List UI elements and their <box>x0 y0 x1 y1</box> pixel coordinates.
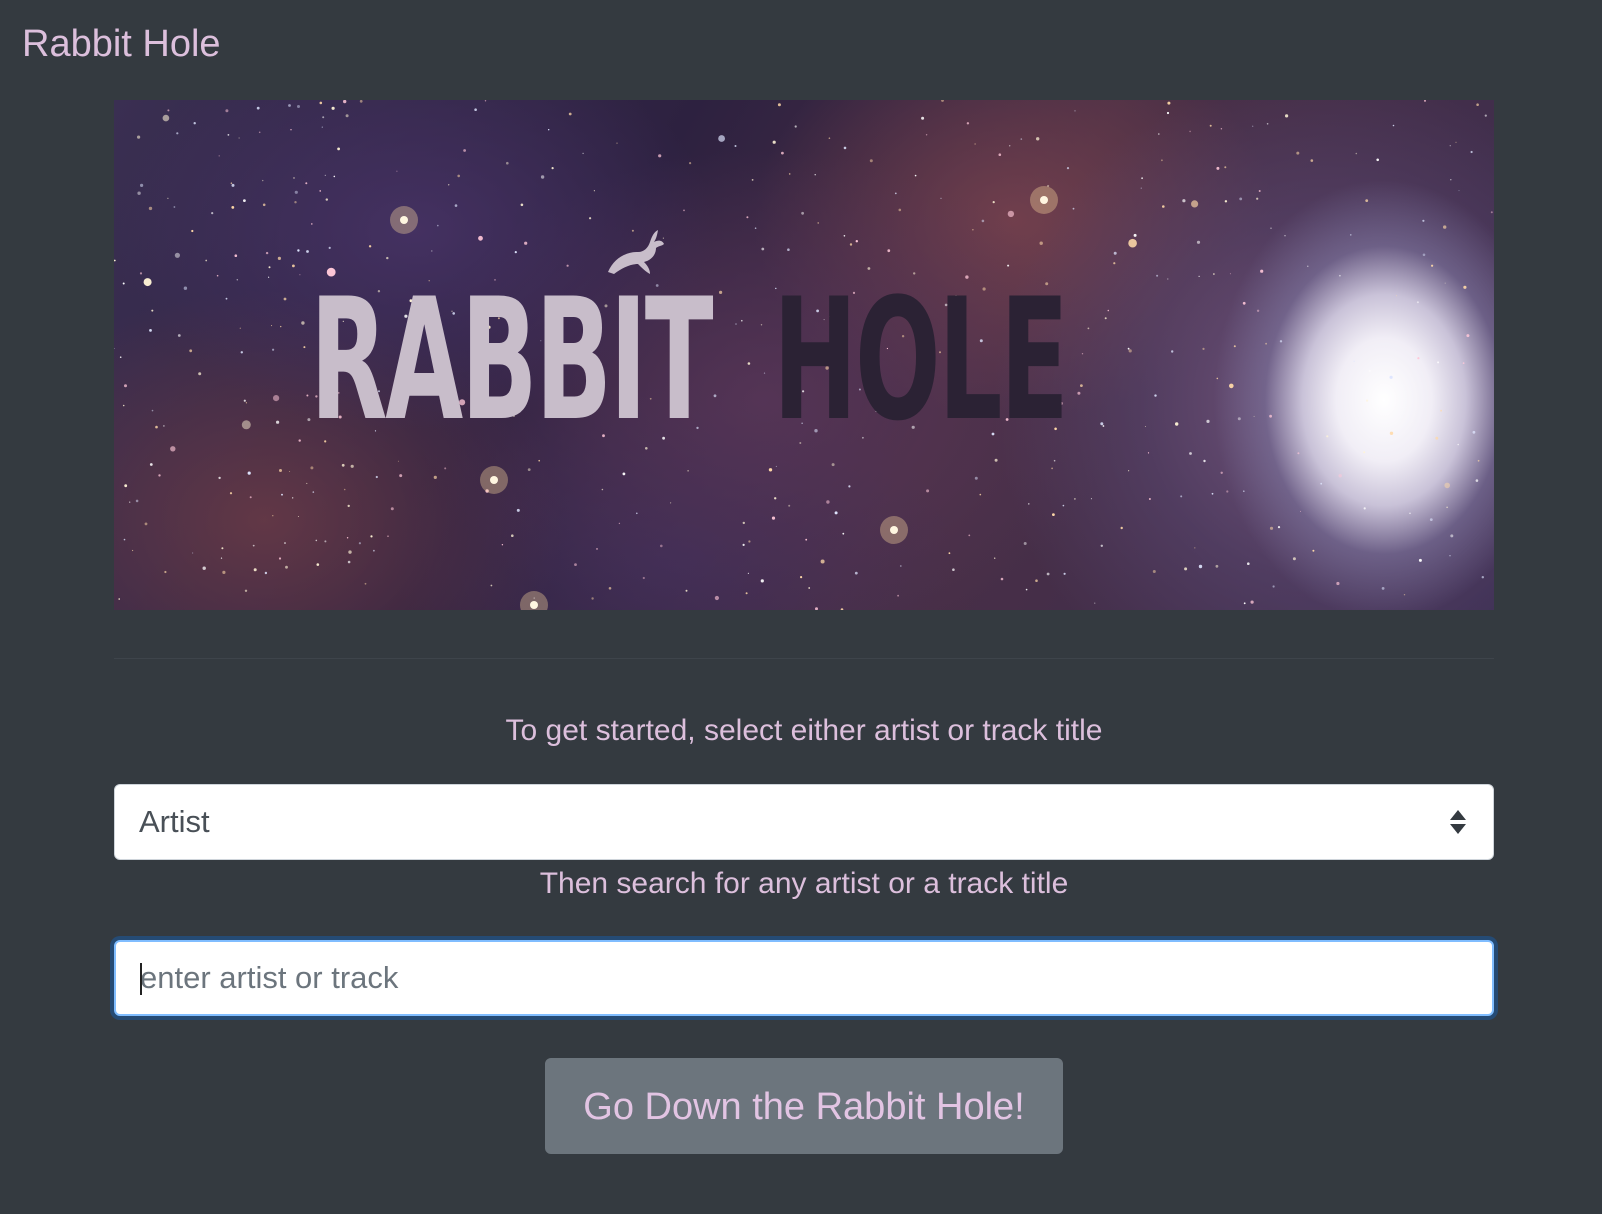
navbar-brand[interactable]: Rabbit Hole <box>22 18 221 70</box>
select-prompt: To get started, select either artist or … <box>505 714 1103 747</box>
search-prompt: Then search for any artist or a track ti… <box>539 867 1069 900</box>
banner-logo: RABBIT HOLE <box>310 230 1090 458</box>
search-input[interactable] <box>116 942 1492 1014</box>
search-type-select[interactable]: Artist <box>114 784 1494 860</box>
main-container: RABBIT HOLE To get started, select eithe… <box>114 100 1494 1154</box>
text-caret <box>140 963 142 995</box>
logo-word-rabbit: RABBIT <box>310 262 714 458</box>
search-input-wrapper[interactable] <box>114 940 1494 1016</box>
select-value: Artist <box>139 804 210 839</box>
divider <box>114 658 1494 659</box>
go-down-rabbit-hole-button[interactable]: Go Down the Rabbit Hole! <box>545 1058 1063 1154</box>
select-arrows-icon <box>1450 810 1466 834</box>
logo-word-hole: HOLE <box>773 262 1069 458</box>
banner-image: RABBIT HOLE <box>114 100 1494 610</box>
button-row: Go Down the Rabbit Hole! <box>114 1058 1494 1154</box>
